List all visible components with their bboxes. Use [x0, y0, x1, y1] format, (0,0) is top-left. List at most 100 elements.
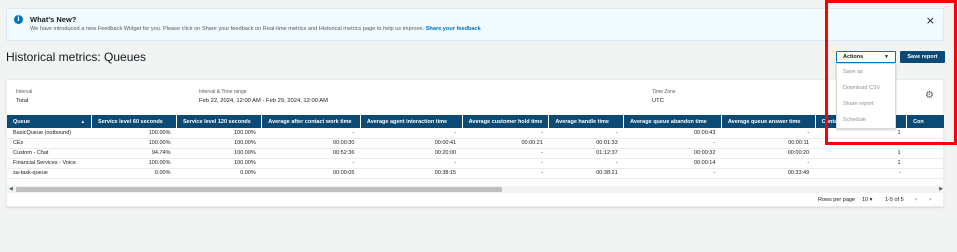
metric-cell — [906, 168, 945, 179]
metrics-card: Interval Total Interval & Time range Feb… — [6, 79, 945, 207]
save-report-button[interactable]: Save report — [900, 51, 945, 63]
actions-dropdown: Save as Download CSV Share report Schedu… — [836, 63, 896, 129]
metric-cell: 00:00:43 — [623, 128, 722, 139]
column-header[interactable]: Service level 60 seconds — [91, 115, 177, 128]
menu-item-schedule[interactable]: Schedule — [843, 117, 866, 123]
metric-cell: 100.00% — [176, 128, 262, 139]
menu-item-share-report[interactable]: Share report — [843, 101, 874, 107]
column-header[interactable]: Average queue answer time — [721, 115, 816, 128]
metric-cell: - — [360, 158, 463, 169]
metric-cell — [906, 128, 945, 139]
metric-cell: 00:00:20 — [721, 148, 816, 159]
metric-cell: - — [548, 128, 624, 139]
metrics-table-container: Queue ▲ Service level 60 seconds Service … — [7, 115, 945, 185]
info-icon: i — [14, 15, 23, 24]
actions-label: Actions — [843, 54, 864, 60]
share-feedback-link[interactable]: Share your feedback — [426, 26, 481, 32]
metric-cell: - — [261, 158, 361, 169]
actions-button[interactable]: Actions ▼ — [836, 51, 896, 63]
range-label: Interval & Time range — [199, 89, 247, 95]
menu-item-save-as[interactable]: Save as — [843, 69, 863, 75]
metric-cell — [906, 148, 945, 159]
column-header[interactable]: Average customer hold time — [462, 115, 550, 128]
timezone-value: UTC — [652, 98, 664, 104]
metric-cell: 00:00:32 — [623, 148, 722, 159]
close-icon[interactable]: × — [926, 14, 935, 27]
rows-per-page-value: 10 — [862, 197, 869, 203]
table-row: Financial Services - Voice 100.00% 100.00%… — [7, 158, 945, 169]
metric-cell: - — [462, 168, 549, 179]
column-header[interactable]: Average queue abandon time — [623, 115, 722, 128]
metric-cell: 0.00% — [176, 168, 262, 179]
column-label: Queue — [13, 118, 31, 125]
interval-label: Interval — [16, 89, 33, 95]
metric-cell: 01:12:37 — [548, 148, 624, 159]
caret-down-icon: ▼ — [884, 54, 889, 60]
metric-cell: - — [721, 128, 816, 139]
horizontal-scrollbar[interactable]: ◀ ▶ — [7, 186, 945, 193]
metric-cell — [906, 138, 945, 149]
queue-name-cell: BasicQueue (outbound) — [7, 128, 92, 139]
scrollbar-thumb[interactable] — [16, 187, 502, 192]
queue-name-cell: CEx — [7, 138, 92, 149]
metric-cell: - — [462, 148, 549, 159]
column-header[interactable]: Average handle time — [548, 115, 625, 128]
metric-cell: - — [815, 138, 907, 149]
timezone-label: Time Zone — [652, 89, 676, 95]
column-header[interactable]: Service level 120 seconds — [176, 115, 263, 128]
table-row: sa-task-queue 0.00% 0.00% 00:00:05 00:38:15-… — [7, 168, 945, 179]
queue-name-cell: Custom - Chat — [7, 148, 92, 159]
metric-cell: 00:01:33 — [548, 138, 624, 149]
table-header-row: Queue ▲ Service level 60 seconds Service … — [7, 115, 945, 128]
metric-cell: - — [548, 158, 624, 169]
table-body: BasicQueue (outbound) 100.00% 100.00% - - - -0… — [7, 128, 945, 179]
previous-page-icon[interactable]: ‹ — [915, 196, 917, 203]
scroll-left-icon[interactable]: ◀ — [9, 186, 13, 192]
metric-cell: - — [261, 128, 361, 139]
metric-cell: - — [623, 168, 722, 179]
metric-cell: 00:00:41 — [360, 138, 463, 149]
gear-icon[interactable]: ⚙ — [925, 90, 934, 101]
column-header[interactable]: Average after contact work time — [261, 115, 361, 128]
table-row: BasicQueue (outbound) 100.00% 100.00% - - - -0… — [7, 128, 945, 139]
metric-cell: 00:20:00 — [360, 148, 463, 159]
menu-item-download-csv[interactable]: Download CSV — [843, 85, 880, 91]
metric-cell: - — [462, 128, 549, 139]
metric-cell: 00:38:21 — [548, 168, 624, 179]
historical-metrics-page: i What's New? We have introduced a new F… — [0, 0, 957, 252]
metric-cell: 94.74% — [91, 148, 177, 159]
rows-per-page-select[interactable]: 10 ▾ — [862, 197, 872, 203]
column-header[interactable]: Con — [906, 115, 945, 128]
banner-title: What's New? — [30, 15, 77, 24]
metric-cell: 100.00% — [91, 128, 177, 139]
metric-cell: 00:33:49 — [721, 168, 816, 179]
banner-text: We have introduced a new Feedback Widget… — [30, 26, 481, 32]
column-header[interactable]: Average agent interaction time — [360, 115, 463, 128]
table-row: CEx 100.00% 100.00% 00:00:30 00:00:41 00:00:2… — [7, 138, 945, 149]
scroll-right-icon[interactable]: ▶ — [939, 186, 943, 192]
metric-cell: 100.00% — [176, 148, 262, 159]
metric-cell: 100.00% — [91, 138, 177, 149]
metric-cell: 1 — [815, 158, 907, 169]
metric-cell: 0.00% — [91, 168, 177, 179]
metric-cell: 100.00% — [176, 158, 262, 169]
metric-cell: 00:52:36 — [261, 148, 361, 159]
metric-cell: 00:38:15 — [360, 168, 463, 179]
banner-message: We have introduced a new Feedback Widget… — [30, 26, 425, 32]
rows-per-page-label: Rows per page — [818, 197, 855, 203]
range-value: Feb 22, 2024, 12:00 AM - Feb 29, 2024, 1… — [199, 98, 328, 104]
metrics-table: Queue ▲ Service level 60 seconds Service … — [7, 115, 945, 179]
metric-cell: 00:00:05 — [261, 168, 361, 179]
page-range: 1-5 of 5 — [885, 197, 904, 203]
metric-cell: 00:00:11 — [721, 138, 816, 149]
queue-name-cell: sa-task-queue — [7, 168, 92, 179]
whats-new-banner: i What's New? We have introduced a new F… — [6, 8, 944, 41]
column-header-queue[interactable]: Queue ▲ — [7, 115, 93, 128]
metric-cell: - — [721, 158, 816, 169]
metric-cell: 00:00:21 — [462, 138, 549, 149]
metric-cell: 00:00:14 — [623, 158, 722, 169]
next-page-icon[interactable]: › — [929, 196, 931, 203]
metric-cell: 100.00% — [176, 138, 262, 149]
metric-cell: 100.00% — [91, 158, 177, 169]
metric-cell: - — [623, 138, 722, 149]
